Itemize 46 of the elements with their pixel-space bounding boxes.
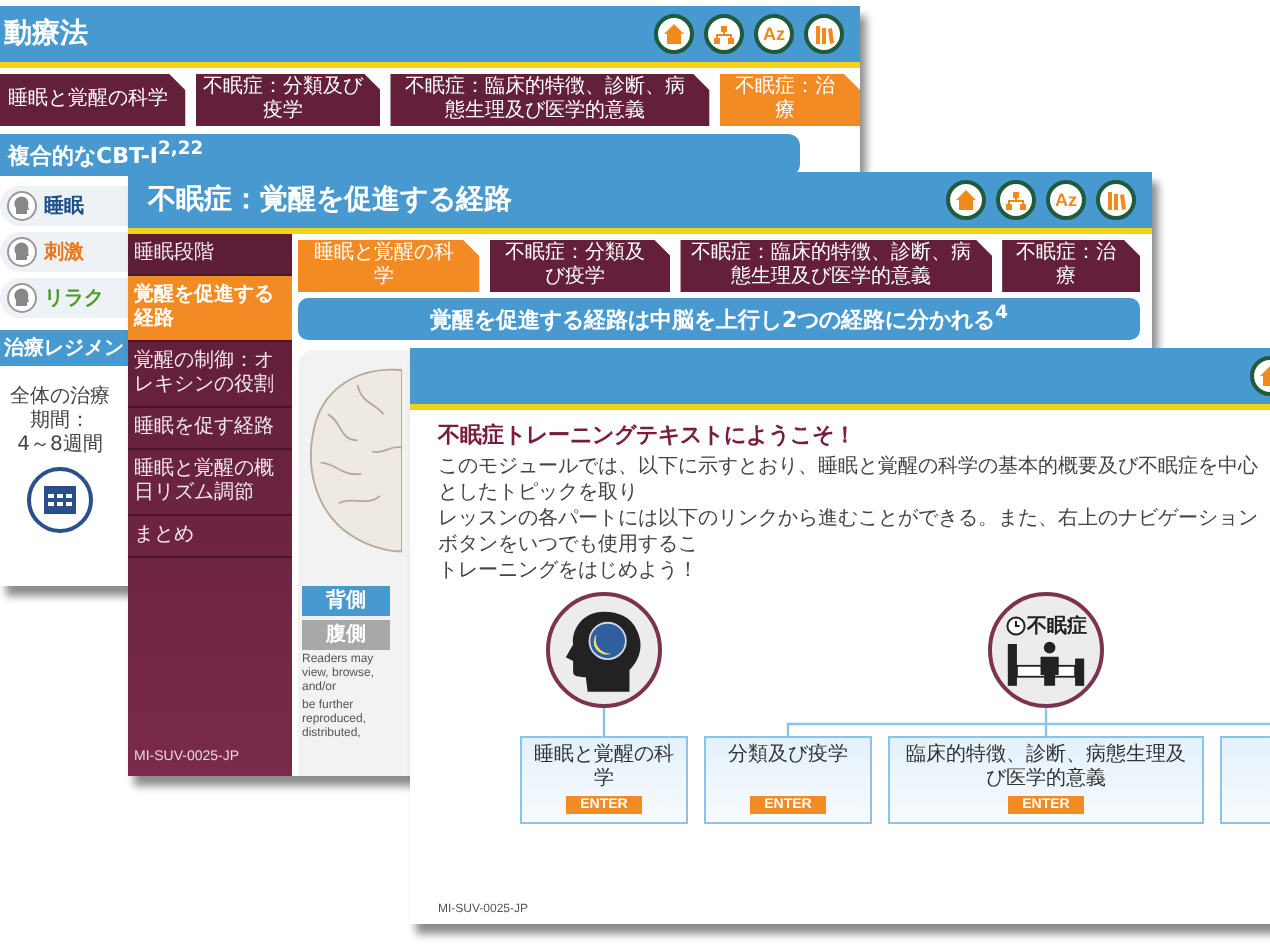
section-tab[interactable]: 不眠症：臨床的特徴、診断、病態生理及び医学的意義 <box>680 240 993 292</box>
sitemap-button[interactable] <box>996 180 1036 220</box>
section-tab[interactable]: 不眠症：臨床的特徴、診断、病態生理及び医学的意義 <box>390 74 710 126</box>
duration-value: 4～8週間 <box>17 433 103 458</box>
books-icon <box>812 22 836 46</box>
home-icon <box>954 188 978 212</box>
sitemap-icon <box>1004 188 1028 212</box>
head-icon <box>6 235 38 268</box>
section-banner: 覚醒を促進する経路は中脳を上行し2つの経路に分かれる$^{4}$ <box>298 298 1140 340</box>
books-icon <box>1104 188 1128 212</box>
section-tab[interactable]: 不眠症：治療 <box>1002 240 1140 292</box>
technique-label: リラク <box>44 285 104 312</box>
head-icon <box>6 281 38 314</box>
sidebar-item[interactable]: 睡眠と覚醒の概日リズム調節 <box>128 450 292 516</box>
sidebar-item[interactable]: 覚醒の制御：オレキシンの役割 <box>128 342 292 408</box>
sidebar-item[interactable]: 睡眠を促す経路 <box>128 408 292 450</box>
library-button[interactable] <box>1096 180 1136 220</box>
intro-text: トレーニングをはじめよう！ <box>438 558 700 584</box>
topic-title: 分類及び疫学 <box>728 744 848 768</box>
topic-title: 睡眠と覚醒の科学 <box>532 744 676 792</box>
home-icon <box>662 22 686 46</box>
home-button[interactable] <box>946 180 986 220</box>
sidebar-item[interactable]: まとめ <box>128 516 292 558</box>
library-button[interactable] <box>804 14 844 54</box>
welcome-heading: 不眠症トレーニングテキストにようこそ！ <box>438 420 858 450</box>
home-button[interactable] <box>654 14 694 54</box>
head-icon <box>6 189 38 222</box>
section-tab[interactable]: 不眠症：分類及び疫学 <box>489 240 671 292</box>
slide-title: 動療法 <box>4 16 88 52</box>
sitemap-icon <box>712 22 736 46</box>
slide-title: 不眠症：覚醒を促進する経路 <box>145 182 512 218</box>
section-tab[interactable]: 不眠症：分類及び疫学 <box>195 74 381 126</box>
circle-label: 不眠症 <box>1027 613 1087 640</box>
section-banner: 複合的なCBT-I$^{2,22}$ <box>0 134 800 176</box>
duration-label: 全体の治療期間： <box>8 385 112 434</box>
intro-text: レッスンの各パートには以下のリンクから進むことができる。また、右上のナビゲーションボタンをいつでも使用するこ <box>438 506 1258 558</box>
intro-text: このモジュールでは、以下に示すとおり、睡眠と覚醒の科学の基本的概要及び不眠症を中心としたトピックを取り <box>438 454 1258 506</box>
topic-title: 臨床的特徴、診断、病態生理及び医学的意義 <box>904 744 1188 792</box>
technique-label: 刺激 <box>44 239 84 266</box>
head-drawing <box>564 608 644 692</box>
person-on-bed-drawing <box>1006 640 1086 688</box>
sitemap-button[interactable] <box>704 14 744 54</box>
calendar-icon <box>26 465 94 534</box>
technique-label: 睡眠 <box>44 193 84 220</box>
section-tab[interactable]: 睡眠と覚醒の科学 <box>0 74 186 126</box>
clock-icon <box>1005 616 1025 636</box>
